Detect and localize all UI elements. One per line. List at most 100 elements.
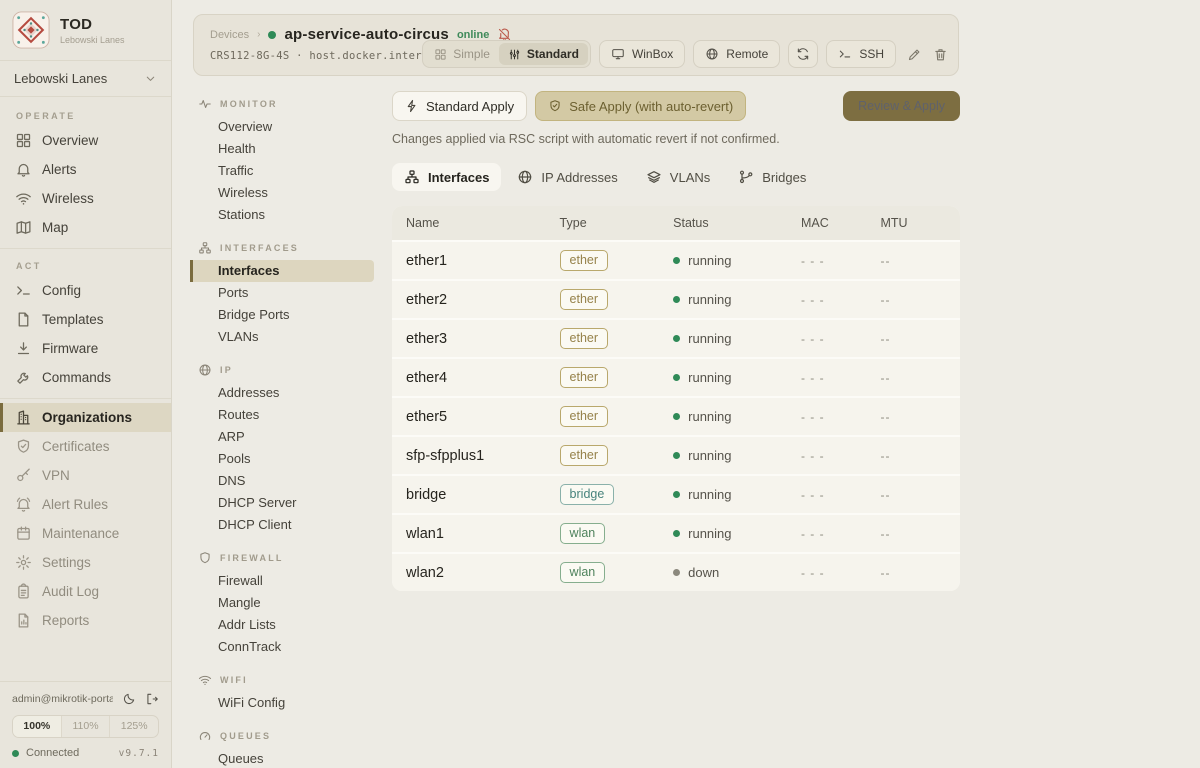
logout-icon[interactable] <box>145 692 159 706</box>
zoom-option-110[interactable]: 110% <box>61 716 110 737</box>
status-dot <box>673 335 680 342</box>
sliders-icon <box>508 48 521 61</box>
sidebar-item-reports[interactable]: Reports <box>0 606 171 635</box>
sidebar-item-commands[interactable]: Commands <box>0 363 171 392</box>
sidebar-item-settings[interactable]: Settings <box>0 548 171 577</box>
interface-name: wlan1 <box>392 526 560 542</box>
view-mode-simple[interactable]: Simple <box>425 43 499 65</box>
org-selector[interactable]: Lebowski Lanes <box>0 60 171 97</box>
subnav-item-dhcp-server[interactable]: DHCP Server <box>190 492 374 514</box>
interface-status-cell: running <box>673 448 801 463</box>
zoom-option-100[interactable]: 100% <box>13 716 61 737</box>
status-dot <box>673 569 680 576</box>
monitor-icon <box>611 47 625 61</box>
subnav-item-pools[interactable]: Pools <box>190 448 374 470</box>
winbox-label: WinBox <box>632 47 673 61</box>
table-row-ether3[interactable]: ether3etherrunning- - --- <box>392 320 960 357</box>
status-label: running <box>688 526 731 541</box>
subnav-section-interfaces: INTERFACES <box>172 235 392 260</box>
breadcrumb[interactable]: Devices <box>210 29 249 41</box>
theme-moon-icon[interactable] <box>122 692 136 706</box>
delete-trash-icon[interactable] <box>933 47 948 62</box>
winbox-button[interactable]: WinBox <box>599 40 685 68</box>
subnav-item-routes[interactable]: Routes <box>190 404 374 426</box>
subnav-item-traffic[interactable]: Traffic <box>190 160 374 182</box>
interface-mac: - - - <box>801 488 881 502</box>
table-row-ether1[interactable]: ether1etherrunning- - --- <box>392 242 960 279</box>
table-row-sfp-sfpplus1[interactable]: sfp-sfpplus1etherrunning- - --- <box>392 437 960 474</box>
key-icon <box>15 467 32 484</box>
sidebar-item-certificates[interactable]: Certificates <box>0 432 171 461</box>
main-region: Devices › ap-service-auto-circus online … <box>172 0 1200 768</box>
table-row-ether4[interactable]: ether4etherrunning- - --- <box>392 359 960 396</box>
standard-apply-button[interactable]: Standard Apply <box>392 91 527 121</box>
sidebar-item-templates[interactable]: Templates <box>0 305 171 334</box>
sidebar-item-wireless[interactable]: Wireless <box>0 184 171 213</box>
sidebar-item-label: Commands <box>42 370 111 385</box>
subnav-item-dhcp-client[interactable]: DHCP Client <box>190 514 374 536</box>
sidebar-item-alert-rules[interactable]: Alert Rules <box>0 490 171 519</box>
subnav-item-queues[interactable]: Queues <box>190 748 374 768</box>
app-logo: TOD Lebowski Lanes <box>0 0 171 60</box>
subnav-item-addr-lists[interactable]: Addr Lists <box>190 614 374 636</box>
device-online-badge: online <box>457 29 489 41</box>
subnav-item-conntrack[interactable]: ConnTrack <box>190 636 374 658</box>
zoom-option-125[interactable]: 125% <box>109 716 158 737</box>
subnav-item-interfaces[interactable]: Interfaces <box>190 260 374 282</box>
subnav-item-arp[interactable]: ARP <box>190 426 374 448</box>
status-dot <box>673 413 680 420</box>
sidebar-item-label: Map <box>42 220 68 235</box>
table-row-wlan2[interactable]: wlan2wlandown- - --- <box>392 554 960 591</box>
wifi-icon <box>15 190 32 207</box>
tab-bridges[interactable]: Bridges <box>726 163 818 191</box>
interface-type-cell: ether <box>560 445 674 466</box>
column-header-mac: MAC <box>801 216 881 230</box>
sidebar-item-organizations[interactable]: Organizations <box>0 403 171 432</box>
subnav-section-wifi: WIFI <box>172 667 392 692</box>
sidebar-item-overview[interactable]: Overview <box>0 126 171 155</box>
connection-dot <box>12 750 19 757</box>
subnav-item-overview[interactable]: Overview <box>190 116 374 138</box>
subnav-item-ports[interactable]: Ports <box>190 282 374 304</box>
wifi-icon <box>198 673 212 687</box>
interface-type-cell: ether <box>560 406 674 427</box>
review-apply-button[interactable]: Review & Apply <box>843 91 960 121</box>
interface-type-cell: ether <box>560 250 674 271</box>
sidebar-item-map[interactable]: Map <box>0 213 171 242</box>
safe-apply-button[interactable]: Safe Apply (with auto-revert) <box>535 91 746 121</box>
subnav-section-label: INTERFACES <box>220 243 299 253</box>
tab-interfaces[interactable]: Interfaces <box>392 163 501 191</box>
standard-apply-label: Standard Apply <box>426 99 514 114</box>
tab-ip-addresses[interactable]: IP Addresses <box>505 163 629 191</box>
safe-apply-label: Safe Apply (with auto-revert) <box>569 99 733 114</box>
ssh-button[interactable]: SSH <box>826 40 896 68</box>
table-row-ether2[interactable]: ether2etherrunning- - --- <box>392 281 960 318</box>
sidebar-item-audit-log[interactable]: Audit Log <box>0 577 171 606</box>
sidebar-item-maintenance[interactable]: Maintenance <box>0 519 171 548</box>
breadcrumb-separator: › <box>257 29 260 40</box>
sidebar-item-vpn[interactable]: VPN <box>0 461 171 490</box>
sidebar-item-config[interactable]: Config <box>0 276 171 305</box>
subnav-item-mangle[interactable]: Mangle <box>190 592 374 614</box>
subnav-item-dns[interactable]: DNS <box>190 470 374 492</box>
subnav-item-wireless[interactable]: Wireless <box>190 182 374 204</box>
subnav-item-addresses[interactable]: Addresses <box>190 382 374 404</box>
table-row-wlan1[interactable]: wlan1wlanrunning- - --- <box>392 515 960 552</box>
remote-button[interactable]: Remote <box>693 40 780 68</box>
view-mode-standard[interactable]: Standard <box>499 43 588 65</box>
sidebar-item-label: Alerts <box>42 162 77 177</box>
tab-label: VLANs <box>670 170 710 185</box>
subnav-item-vlans[interactable]: VLANs <box>190 326 374 348</box>
subnav-item-firewall[interactable]: Firewall <box>190 570 374 592</box>
refresh-button[interactable] <box>788 40 818 68</box>
edit-pencil-icon[interactable] <box>907 47 922 62</box>
subnav-item-stations[interactable]: Stations <box>190 204 374 226</box>
table-row-ether5[interactable]: ether5etherrunning- - --- <box>392 398 960 435</box>
table-row-bridge[interactable]: bridgebridgerunning- - --- <box>392 476 960 513</box>
subnav-item-bridge-ports[interactable]: Bridge Ports <box>190 304 374 326</box>
tab-vlans[interactable]: VLANs <box>634 163 722 191</box>
subnav-item-wifi-config[interactable]: WiFi Config <box>190 692 374 714</box>
sidebar-item-alerts[interactable]: Alerts <box>0 155 171 184</box>
sidebar-item-firmware[interactable]: Firmware <box>0 334 171 363</box>
subnav-item-health[interactable]: Health <box>190 138 374 160</box>
